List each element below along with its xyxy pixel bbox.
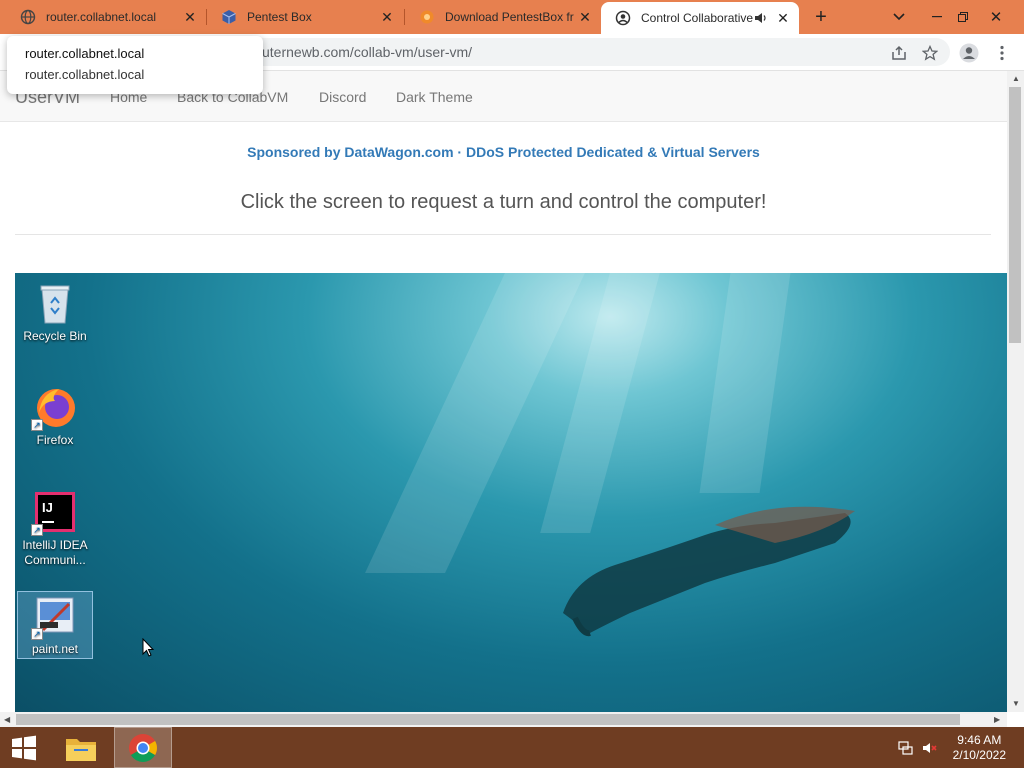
- scroll-right-arrow-icon[interactable]: ▶: [994, 715, 1000, 724]
- clock-time: 9:46 AM: [957, 733, 1002, 747]
- desktop-icon-label: Recycle Bin: [23, 329, 87, 343]
- new-tab-button[interactable]: +: [808, 4, 834, 30]
- recycle-bin-icon: [33, 281, 77, 325]
- close-tab-icon[interactable]: ✕: [377, 7, 397, 27]
- intellij-icon: IJ ↗: [31, 490, 77, 536]
- desktop-icon-intellij[interactable]: IJ ↗ IntelliJ IDEA Communi...: [17, 490, 93, 568]
- windows-logo-icon: [12, 735, 36, 760]
- desktop-icon-label: paint.net: [31, 642, 79, 656]
- horizontal-scroll-thumb[interactable]: [16, 714, 960, 725]
- tab-download-pentestbox[interactable]: Download PentestBox fr ✕: [405, 0, 601, 34]
- tab-title: Download PentestBox fr: [445, 10, 574, 24]
- folder-icon: [66, 738, 96, 761]
- diver-silhouette: [563, 506, 855, 637]
- desktop-icon-label: Firefox: [36, 433, 74, 447]
- tab-hover-card: router.collabnet.local router.collabnet.…: [7, 36, 263, 94]
- scroll-up-arrow-icon[interactable]: ▲: [1012, 74, 1020, 83]
- clock-date: 2/10/2022: [952, 748, 1006, 762]
- url-text[interactable]: uternewb.com/collab-vm/user-vm/: [262, 44, 472, 60]
- tab-title: Pentest Box: [247, 10, 312, 24]
- close-tab-icon[interactable]: ✕: [773, 8, 793, 28]
- desktop-icon-paintnet[interactable]: ↗ paint.net: [17, 591, 93, 659]
- vm-screen[interactable]: Recycle Bin ↗ Firefox IJ ↗ IntelliJ IDEA…: [15, 273, 1007, 712]
- browser-menu-icon[interactable]: [991, 42, 1013, 64]
- share-icon[interactable]: [888, 42, 910, 64]
- firefox-icon: ↗: [31, 385, 77, 431]
- close-tab-icon[interactable]: ✕: [575, 7, 595, 27]
- desktop-icon-recycle-bin[interactable]: Recycle Bin: [17, 281, 93, 344]
- globe-icon: [20, 9, 36, 25]
- tab-title: router.collabnet.local: [46, 10, 157, 24]
- horizontal-scrollbar[interactable]: ◀ ▶: [0, 712, 1007, 727]
- chrome-icon: [129, 733, 157, 762]
- svg-text:IJ: IJ: [42, 500, 53, 515]
- tab-router[interactable]: router.collabnet.local ✕: [6, 0, 206, 34]
- close-tab-icon[interactable]: ✕: [180, 7, 200, 27]
- vertical-scrollbar[interactable]: ▲ ▼: [1007, 71, 1024, 712]
- turn-request-prompt: Click the screen to request a turn and c…: [240, 191, 767, 213]
- host-taskbar: 9:46 AM 2/10/2022: [0, 727, 1024, 768]
- paintnet-icon: ↗: [31, 594, 77, 640]
- web-page: UserVM Home Back to CollabVM Discord Dar…: [0, 71, 1007, 712]
- shortcut-arrow-icon: ↗: [31, 628, 43, 640]
- start-button[interactable]: [0, 727, 48, 768]
- hover-card-domain: router.collabnet.local: [25, 67, 145, 82]
- hover-card-title: router.collabnet.local: [25, 46, 145, 61]
- shortcut-arrow-icon: ↗: [31, 524, 43, 536]
- shortcut-arrow-icon: ↗: [31, 419, 43, 431]
- sponsor-link[interactable]: Sponsored by DataWagon.com · DDoS Protec…: [0, 144, 1007, 160]
- speaker-icon[interactable]: [753, 10, 769, 26]
- scroll-left-arrow-icon[interactable]: ◀: [4, 715, 10, 724]
- divider: [15, 234, 991, 235]
- restore-icon[interactable]: [948, 0, 978, 34]
- chrome-taskbar-button[interactable]: [114, 727, 172, 768]
- browser-window: router.collabnet.local ✕ Pentest Box ✕ D…: [0, 0, 1024, 768]
- close-window-icon[interactable]: ✕: [978, 0, 1014, 34]
- tab-pentest-box[interactable]: Pentest Box ✕: [207, 0, 403, 34]
- mouse-cursor-icon: [142, 638, 155, 657]
- tab-title: Control Collaborative: [641, 11, 753, 25]
- network-icon[interactable]: [896, 727, 916, 768]
- nav-discord-link[interactable]: Discord: [319, 89, 366, 105]
- tab-strip: router.collabnet.local ✕ Pentest Box ✕ D…: [0, 0, 1024, 34]
- file-explorer-button[interactable]: [56, 727, 106, 768]
- nav-dark-theme-link[interactable]: Dark Theme: [396, 89, 473, 105]
- scroll-down-arrow-icon[interactable]: ▼: [1012, 699, 1020, 708]
- system-clock[interactable]: 9:46 AM 2/10/2022: [953, 733, 1006, 763]
- tab-control-collaborative[interactable]: Control Collaborative ✕: [601, 2, 799, 34]
- desktop-icon-label: IntelliJ IDEA Communi...: [22, 538, 88, 567]
- profile-avatar-icon[interactable]: [958, 42, 980, 64]
- volume-muted-icon[interactable]: [920, 727, 940, 768]
- collabvm-icon: [615, 10, 631, 26]
- pentestbox-icon: [419, 9, 435, 25]
- tab-search-chevron-icon[interactable]: [886, 0, 912, 34]
- box-icon: [221, 9, 237, 25]
- vertical-scroll-thumb[interactable]: [1009, 87, 1021, 343]
- bookmark-star-icon[interactable]: [919, 42, 941, 64]
- desktop-icon-firefox[interactable]: ↗ Firefox: [17, 385, 93, 448]
